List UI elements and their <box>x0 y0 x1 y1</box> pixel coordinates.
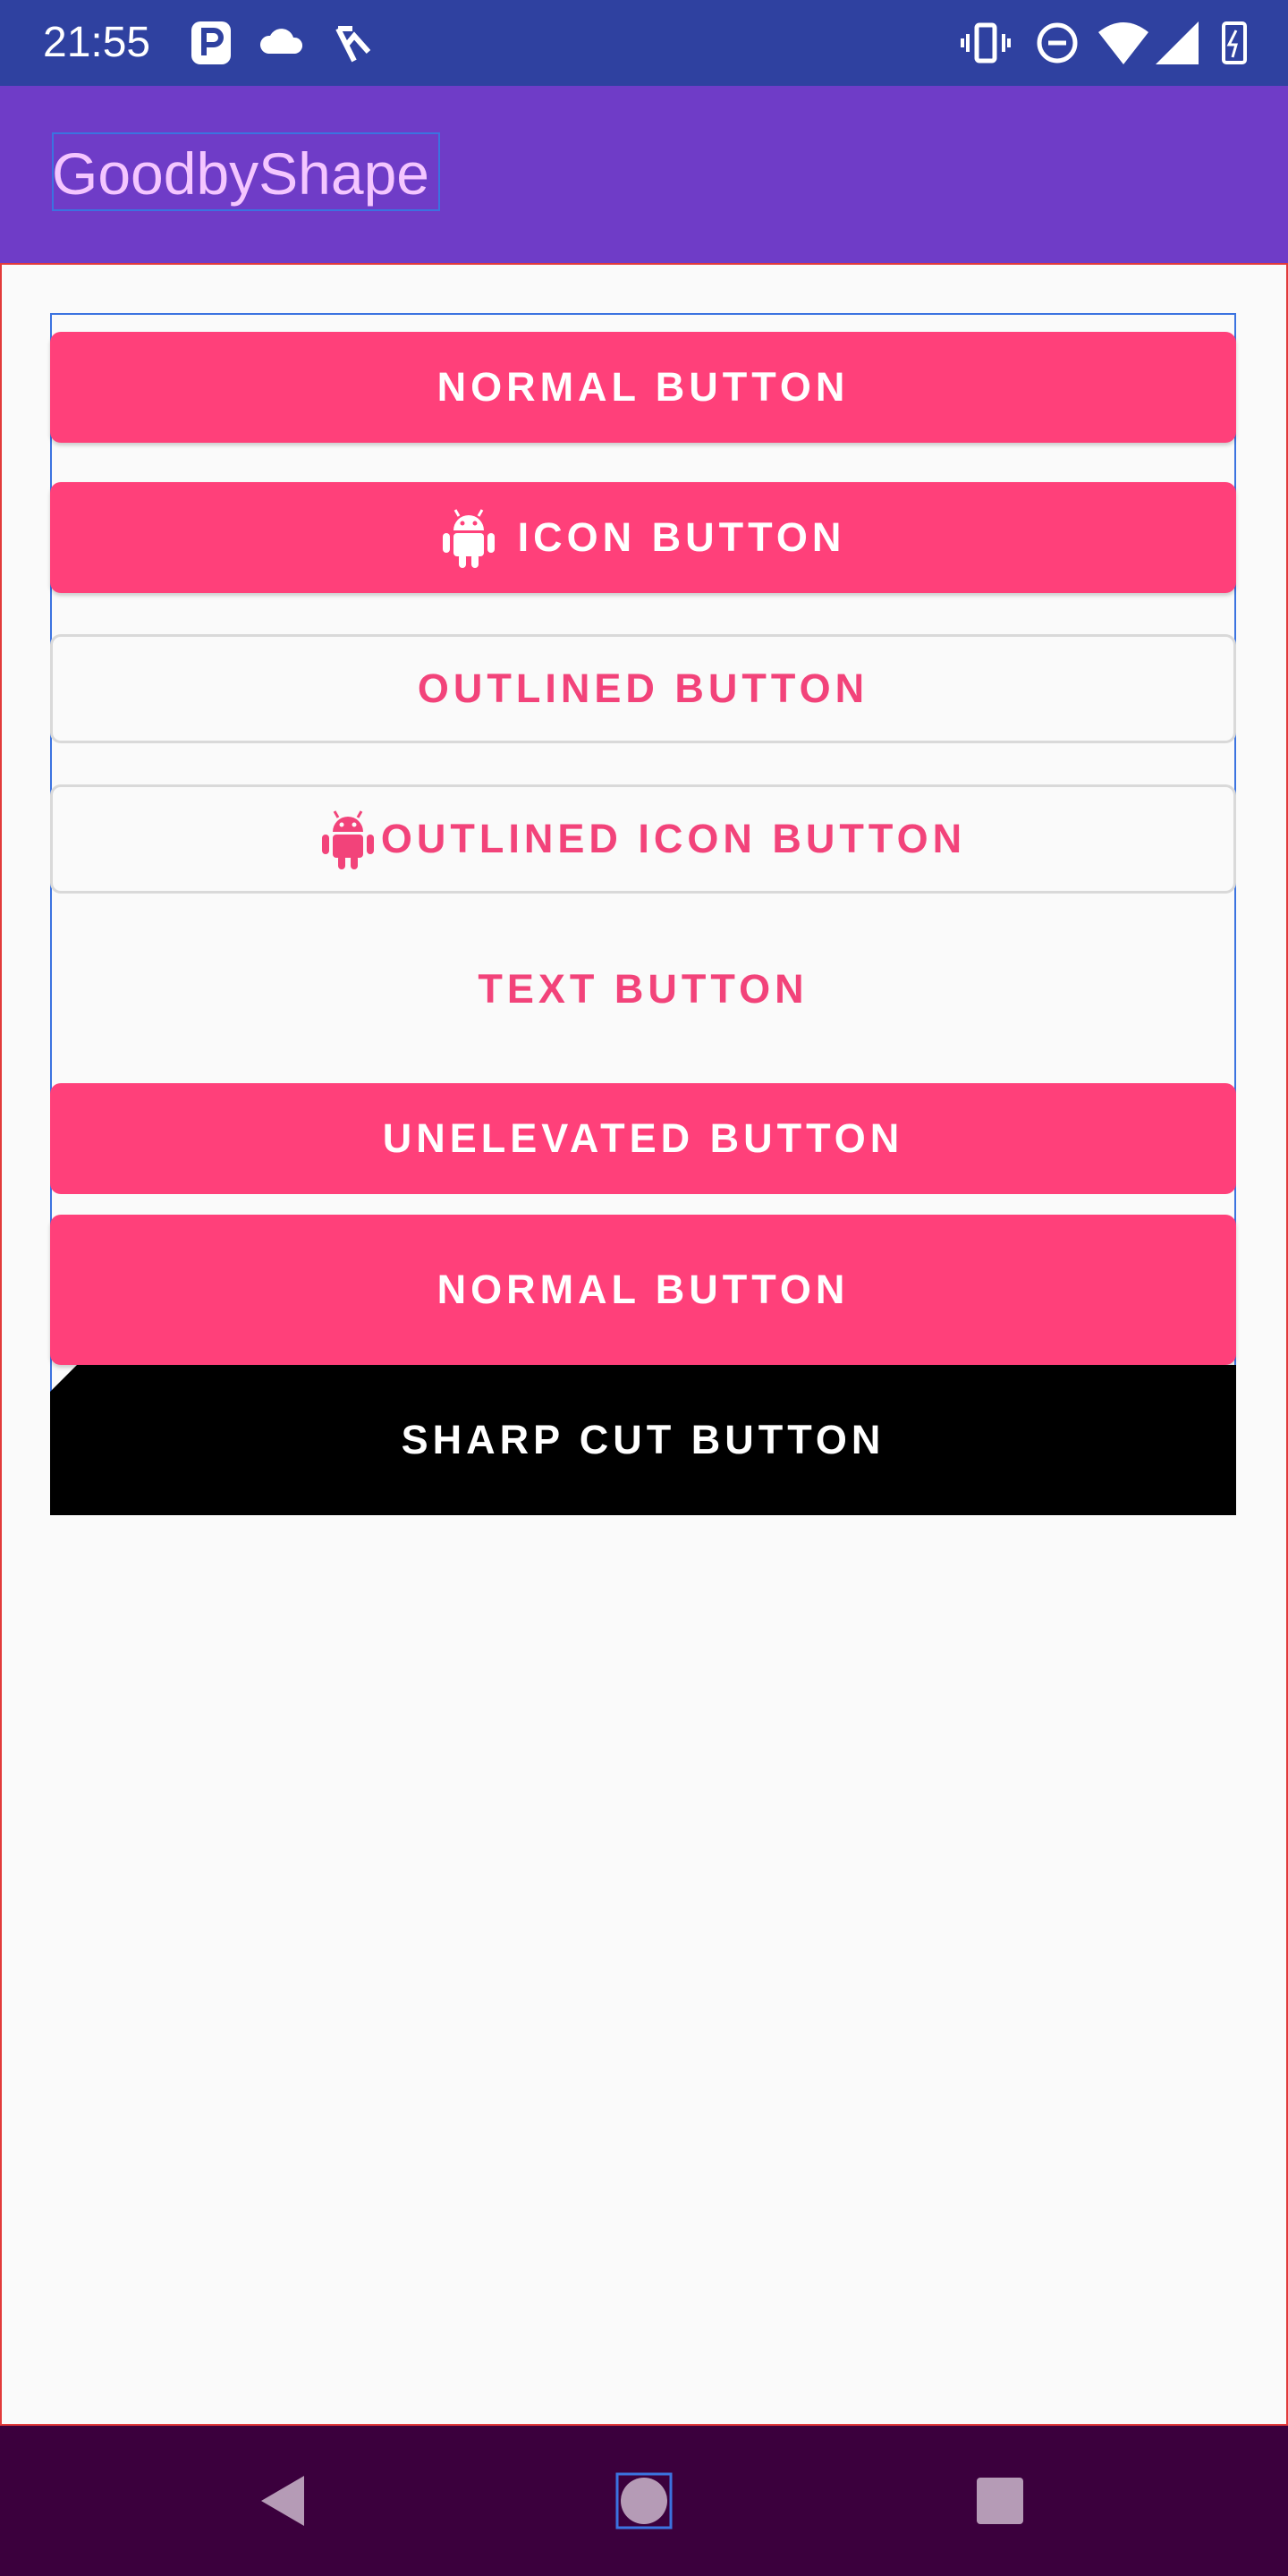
outlined-button[interactable]: OUTLINED BUTTON <box>50 634 1236 743</box>
cloud-icon <box>259 29 303 54</box>
android-icon <box>442 509 495 568</box>
sharp-cut-button[interactable]: SHARP CUT BUTTON <box>50 1365 1236 1515</box>
sharp-cut-button-label: SHARP CUT BUTTON <box>401 1417 886 1462</box>
icon-button-label: ICON BUTTON <box>517 514 846 560</box>
icon-button[interactable]: ICON BUTTON <box>50 482 1236 593</box>
do-not-disturb-icon <box>1037 22 1078 64</box>
tasks-check-icon <box>335 26 371 63</box>
home-icon <box>615 2472 673 2529</box>
recents-icon <box>977 2478 1023 2524</box>
app-title: GoodbyShape <box>52 140 430 207</box>
normal-button-large-label: NORMAL BUTTON <box>436 1267 850 1312</box>
text-button-label: TEXT BUTTON <box>478 966 809 1012</box>
unelevated-button[interactable]: UNELEVATED BUTTON <box>50 1083 1236 1194</box>
android-icon <box>321 810 374 869</box>
home-button[interactable] <box>537 2426 751 2576</box>
outlined-icon-button[interactable]: OUTLINED ICON BUTTON <box>50 784 1236 894</box>
normal-button-large[interactable]: NORMAL BUTTON <box>50 1215 1236 1365</box>
app-bar: GoodbyShape <box>0 86 1288 263</box>
signal-icon <box>1156 21 1199 64</box>
vibrate-icon <box>961 22 1011 64</box>
back-button[interactable] <box>175 2426 390 2576</box>
back-icon <box>261 2476 304 2526</box>
outlined-button-label: OUTLINED BUTTON <box>417 665 869 711</box>
battery-charging-icon <box>1222 21 1247 64</box>
navigation-bar <box>0 2426 1288 2576</box>
status-bar: 21:55 <box>0 0 1288 86</box>
status-time: 21:55 <box>43 19 151 66</box>
unelevated-button-label: UNELEVATED BUTTON <box>382 1115 904 1161</box>
parking-icon <box>191 21 231 64</box>
normal-button[interactable]: NORMAL BUTTON <box>50 332 1236 443</box>
text-button[interactable]: TEXT BUTTON <box>50 914 1236 1064</box>
normal-button-label: NORMAL BUTTON <box>436 364 850 410</box>
outlined-icon-button-label: OUTLINED ICON BUTTON <box>380 816 967 861</box>
wifi-icon <box>1098 22 1148 64</box>
recents-button[interactable] <box>893 2426 1107 2576</box>
